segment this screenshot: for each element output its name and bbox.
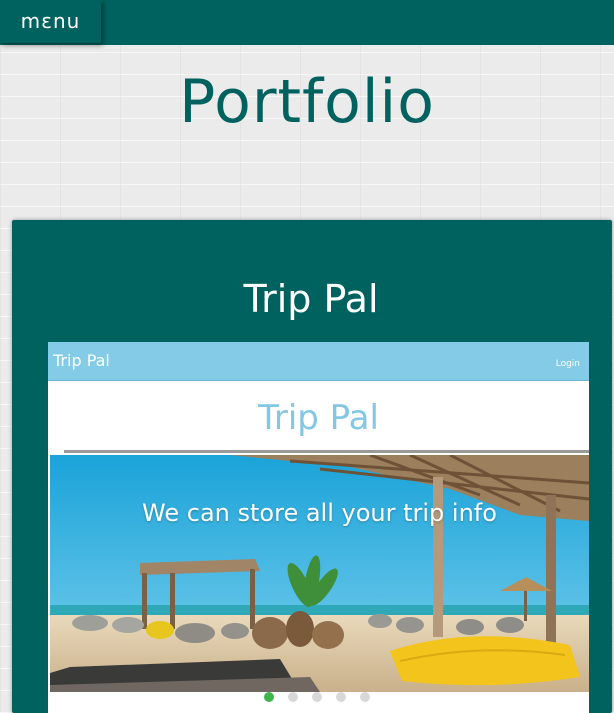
- hero-caption: We can store all your trip info: [142, 499, 497, 527]
- beach-scene-image: [50, 455, 589, 692]
- project-title: Trip Pal: [243, 277, 379, 321]
- screenshot-login-link: Login: [555, 359, 580, 369]
- carousel-dot-5[interactable]: [360, 692, 370, 702]
- hero-image: We can store all your trip info: [50, 455, 589, 692]
- page-title: Portfolio: [179, 67, 435, 137]
- carousel-dot-2[interactable]: [288, 692, 298, 702]
- screenshot-title: Trip Pal: [258, 398, 379, 438]
- screenshot-divider: [64, 450, 589, 453]
- screenshot-navbar: Trip Pal Login: [48, 342, 589, 381]
- carousel-dot-1[interactable]: [264, 692, 274, 702]
- carousel-dot-3[interactable]: [312, 692, 322, 702]
- screenshot-brand: Trip Pal: [53, 351, 110, 370]
- carousel-indicators: [264, 692, 374, 706]
- carousel-dot-4[interactable]: [336, 692, 346, 702]
- project-screenshot[interactable]: Trip Pal Login Trip Pal We can store all…: [48, 342, 589, 713]
- menu-button[interactable]: mɛnu: [0, 0, 101, 43]
